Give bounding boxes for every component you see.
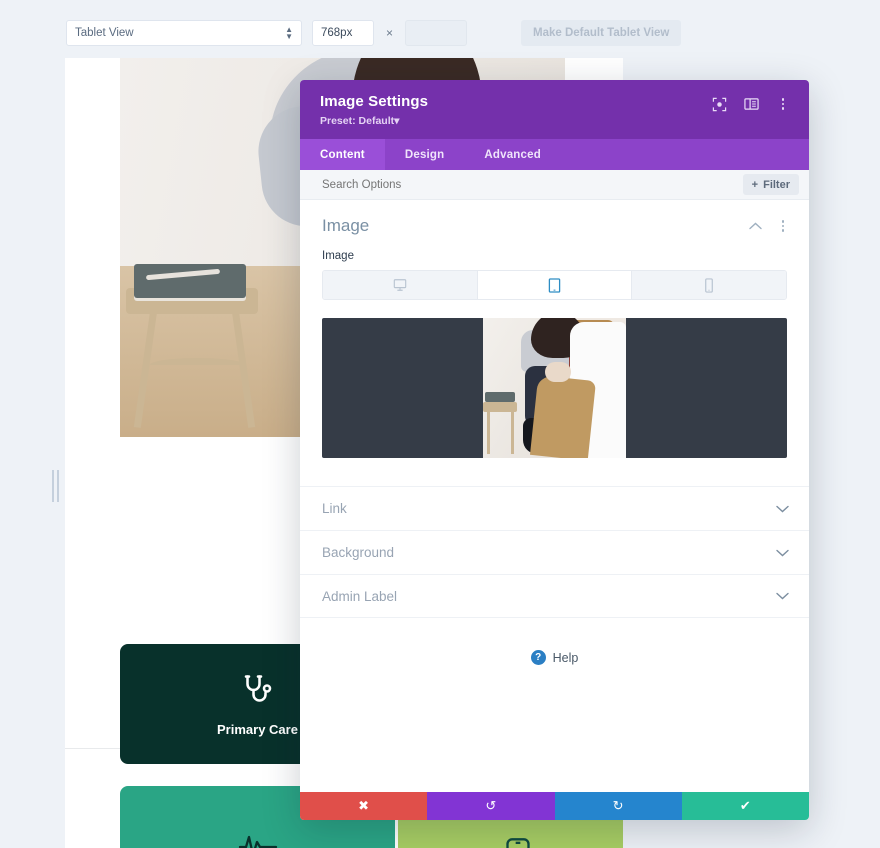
option-accordions: Link Background Admin Label [300,486,809,618]
modal-header-titles: Image Settings Preset: Default▾ [320,93,428,127]
modal-title: Image Settings [320,93,429,110]
modal-body: Image Image Link Background Admin Label … [300,200,809,792]
modal-header-actions [711,93,791,112]
viewport-height-input[interactable] [405,20,468,46]
image-settings-modal: Image Settings Preset: Default▾ Content … [300,80,809,820]
tab-advanced[interactable]: Advanced [464,139,561,170]
make-default-tablet-view-button[interactable]: Make Default Tablet View [521,20,682,46]
image-preview-box[interactable] [322,318,787,458]
help-icon: ? [530,650,546,665]
chevron-down-icon [776,592,789,600]
service-card-label: Primary Care [217,721,298,737]
modal-preset-label: Preset: Default [320,115,395,127]
stepper-arrows-icon: ▲ ▼ [285,25,293,41]
modal-footer: ✖ ↺ ↻ ✔ [300,792,809,820]
modal-preset-selector[interactable]: Preset: Default▾ [320,115,428,127]
canvas-resize-handle[interactable] [50,470,60,502]
view-mode-select[interactable]: Tablet View ▲ ▼ [66,20,302,46]
layout-panel-icon[interactable] [743,96,759,112]
image-field-label: Image [322,250,354,262]
image-preview-thumbnail [483,318,626,458]
modal-tabs: Content Design Advanced [300,139,809,170]
accordion-link[interactable]: Link [300,486,809,530]
focus-icon[interactable] [711,96,727,112]
accordion-background[interactable]: Background [300,530,809,574]
phone-icon[interactable] [632,271,786,299]
image-section-tools [749,218,791,234]
help-label: Help [552,650,579,665]
chevron-down-icon [776,505,789,513]
mobile-phone-icon [504,837,532,848]
responsive-device-toggle [322,270,787,300]
image-field: Image [300,246,809,300]
responsive-toolbar: Tablet View ▲ ▼ 768px × Make Default Tabl… [0,0,880,66]
cancel-button[interactable]: ✖ [300,792,428,820]
accordion-admin-label[interactable]: Admin Label [300,574,809,618]
desktop-icon[interactable] [323,271,478,299]
help-link[interactable]: ? Help [300,618,809,665]
viewport-width-value: 768px [321,27,353,39]
stethoscope-icon [240,672,276,708]
heartbeat-icon [238,831,278,848]
chevron-down-icon [776,549,789,557]
undo-button[interactable]: ↺ [427,792,555,820]
filter-button[interactable]: + Filter [742,174,799,195]
accordion-background-label: Background [322,545,395,560]
accordion-link-label: Link [322,501,347,516]
filter-label: Filter [763,178,790,191]
redo-button[interactable]: ↻ [554,792,682,820]
save-button[interactable]: ✔ [681,792,809,820]
tab-content[interactable]: Content [300,139,385,170]
chevron-up-icon[interactable] [749,222,762,230]
app-root: Tablet View ▲ ▼ 768px × Make Default Tabl… [0,0,880,848]
plus-icon: + [751,178,759,191]
image-section-header: Image [300,200,809,246]
modal-header: Image Settings Preset: Default▾ [300,80,809,139]
accordion-admin-label-label: Admin Label [322,588,398,604]
section-more-options-icon[interactable] [775,218,791,234]
viewport-width-input[interactable]: 768px [312,20,374,46]
search-options-row: + Filter [300,170,809,200]
more-options-icon[interactable] [775,96,791,112]
preset-caret-icon: ▾ [394,115,400,127]
image-section-title: Image [322,216,370,235]
make-default-label: Make Default Tablet View [533,27,670,39]
tablet-icon[interactable] [477,271,633,299]
search-options-input[interactable] [322,178,476,191]
dimension-separator: × [386,26,394,40]
tab-design[interactable]: Design [385,139,465,170]
view-mode-label: Tablet View [75,27,134,39]
